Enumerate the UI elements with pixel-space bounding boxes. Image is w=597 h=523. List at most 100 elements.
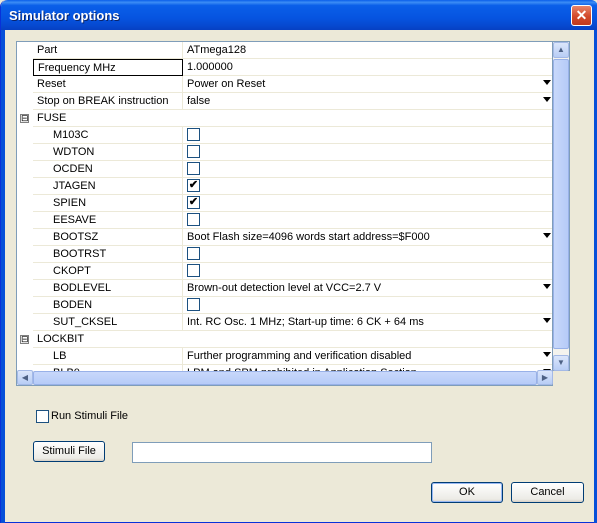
- dropdown-arrow-icon[interactable]: [543, 233, 551, 238]
- property-row[interactable]: WDTON: [17, 144, 552, 161]
- stimuli-file-path-input[interactable]: [132, 442, 432, 463]
- property-name[interactable]: BOOTRST: [33, 246, 183, 263]
- property-value[interactable]: ✔: [183, 195, 552, 212]
- fuse-checkbox[interactable]: [187, 162, 200, 175]
- fuse-checkbox[interactable]: [187, 213, 200, 226]
- property-row[interactable]: Reset Power on Reset: [17, 76, 552, 93]
- dropdown-arrow-icon[interactable]: [543, 80, 551, 85]
- property-value[interactable]: [183, 144, 552, 161]
- dropdown-arrow-icon[interactable]: [543, 284, 551, 289]
- property-name[interactable]: BODEN: [33, 297, 183, 314]
- category-row[interactable]: ⊟ FUSE: [17, 110, 552, 127]
- property-row[interactable]: BODEN: [17, 297, 552, 314]
- row-gutter: [17, 297, 33, 314]
- dropdown-arrow-icon[interactable]: [543, 97, 551, 102]
- property-value[interactable]: [183, 161, 552, 178]
- property-row[interactable]: BOOTRST: [17, 246, 552, 263]
- property-name[interactable]: BOOTSZ: [33, 229, 183, 246]
- property-value[interactable]: [183, 263, 552, 280]
- property-name[interactable]: M103C: [33, 127, 183, 144]
- property-name[interactable]: EESAVE: [33, 212, 183, 229]
- property-name[interactable]: WDTON: [33, 144, 183, 161]
- property-value[interactable]: [183, 212, 552, 229]
- row-gutter: [17, 195, 33, 212]
- fuse-checkbox[interactable]: [187, 145, 200, 158]
- property-row[interactable]: SPIEN ✔: [17, 195, 552, 212]
- property-value-text: Further programming and verification dis…: [187, 350, 412, 362]
- property-row[interactable]: CKOPT: [17, 263, 552, 280]
- scroll-up-button[interactable]: ▲: [553, 42, 569, 58]
- property-name[interactable]: BODLEVEL: [33, 280, 183, 297]
- property-row[interactable]: OCDEN: [17, 161, 552, 178]
- property-value[interactable]: [183, 297, 552, 314]
- property-value[interactable]: Boot Flash size=4096 words start address…: [183, 229, 552, 246]
- fuse-checkbox[interactable]: [187, 264, 200, 277]
- scroll-left-button[interactable]: ◀: [17, 370, 33, 385]
- property-name[interactable]: CKOPT: [33, 263, 183, 280]
- property-name[interactable]: Reset: [33, 76, 183, 93]
- property-row[interactable]: LB Further programming and verification d…: [17, 348, 552, 365]
- property-name[interactable]: Frequency MHz: [33, 59, 183, 76]
- property-row[interactable]: Part ATmega128: [17, 42, 552, 59]
- scroll-right-button[interactable]: ▶: [537, 370, 553, 385]
- property-row[interactable]: EESAVE: [17, 212, 552, 229]
- property-name[interactable]: Part: [33, 42, 183, 59]
- fuse-checkbox[interactable]: ✔: [187, 196, 200, 209]
- row-gutter: [17, 314, 33, 331]
- property-row[interactable]: Stop on BREAK instruction false: [17, 93, 552, 110]
- fuse-checkbox[interactable]: [187, 247, 200, 260]
- property-row[interactable]: JTAGEN ✔: [17, 178, 552, 195]
- category-label[interactable]: LOCKBIT: [33, 331, 552, 348]
- property-name[interactable]: SPIEN: [33, 195, 183, 212]
- close-button[interactable]: ✕: [571, 5, 592, 26]
- fuse-checkbox[interactable]: ✔: [187, 179, 200, 192]
- row-gutter: ⊟: [17, 331, 33, 348]
- property-name[interactable]: JTAGEN: [33, 178, 183, 195]
- dropdown-arrow-icon[interactable]: [543, 352, 551, 357]
- vertical-scrollbar[interactable]: ▲ ▼: [553, 41, 570, 371]
- ok-button[interactable]: OK: [431, 482, 503, 503]
- horizontal-scroll-thumb[interactable]: [33, 371, 537, 385]
- property-value[interactable]: Brown-out detection level at VCC=2.7 V: [183, 280, 552, 297]
- collapse-icon[interactable]: ⊟: [20, 335, 29, 344]
- property-grid[interactable]: Part ATmega128 Frequency MHz 1.000000 Reset P…: [16, 41, 553, 386]
- property-value[interactable]: ✔: [183, 178, 552, 195]
- row-gutter: [17, 127, 33, 144]
- property-value[interactable]: Int. RC Osc. 1 MHz; Start-up time: 6 CK …: [183, 314, 552, 331]
- property-row[interactable]: Frequency MHz 1.000000: [17, 59, 552, 76]
- property-value[interactable]: Further programming and verification dis…: [183, 348, 552, 365]
- property-value[interactable]: [183, 246, 552, 263]
- fuse-checkbox[interactable]: [187, 128, 200, 141]
- vertical-scroll-thumb[interactable]: [553, 59, 569, 349]
- property-value[interactable]: Power on Reset: [183, 76, 552, 93]
- property-name[interactable]: Stop on BREAK instruction: [33, 93, 183, 110]
- cancel-button[interactable]: Cancel: [511, 482, 584, 503]
- property-row[interactable]: BODLEVEL Brown-out detection level at VCC…: [17, 280, 552, 297]
- collapse-icon[interactable]: ⊟: [20, 114, 29, 123]
- property-value-text: 1.000000: [187, 61, 233, 73]
- property-value[interactable]: ATmega128: [183, 42, 552, 59]
- property-name[interactable]: LB: [33, 348, 183, 365]
- property-row[interactable]: SUT_CKSEL Int. RC Osc. 1 MHz; Start-up ti…: [17, 314, 552, 331]
- property-name[interactable]: SUT_CKSEL: [33, 314, 183, 331]
- category-label[interactable]: FUSE: [33, 110, 552, 127]
- dropdown-arrow-icon[interactable]: [543, 318, 551, 323]
- scroll-down-button[interactable]: ▼: [553, 355, 569, 371]
- property-value[interactable]: false: [183, 93, 552, 110]
- row-gutter: ⊟: [17, 110, 33, 127]
- property-row[interactable]: BOOTSZ Boot Flash size=4096 words start a…: [17, 229, 552, 246]
- property-name[interactable]: OCDEN: [33, 161, 183, 178]
- property-row[interactable]: M103C: [17, 127, 552, 144]
- property-value[interactable]: [183, 127, 552, 144]
- stimuli-file-button[interactable]: Stimuli File: [33, 441, 105, 462]
- horizontal-scrollbar[interactable]: ◀ ▶: [16, 370, 553, 386]
- row-gutter: [17, 229, 33, 246]
- dialog-window: Simulator options ✕ Part ATmega128 Frequen…: [0, 0, 597, 523]
- run-stimuli-checkbox-box[interactable]: [36, 410, 49, 423]
- property-value[interactable]: 1.000000: [183, 59, 552, 76]
- category-row[interactable]: ⊟ LOCKBIT: [17, 331, 552, 348]
- property-value-text: Boot Flash size=4096 words start address…: [187, 231, 430, 243]
- fuse-checkbox[interactable]: [187, 298, 200, 311]
- row-gutter: [17, 144, 33, 161]
- title-bar[interactable]: Simulator options ✕: [1, 0, 597, 30]
